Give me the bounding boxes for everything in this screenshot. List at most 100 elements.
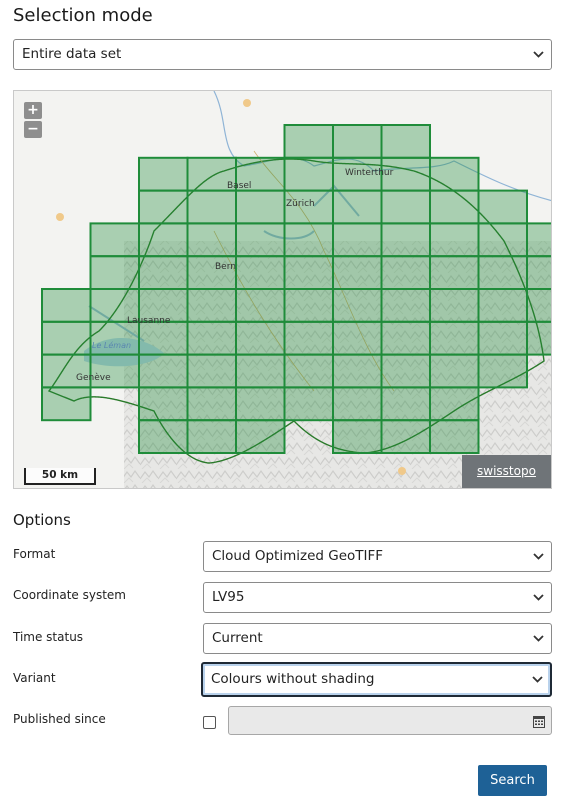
scale-bar: 50 km — [24, 468, 96, 485]
map-tile[interactable] — [526, 320, 552, 356]
attribution-link[interactable]: swisstopo — [462, 455, 551, 488]
map-tile[interactable] — [380, 353, 431, 389]
map-tile[interactable] — [283, 124, 334, 159]
map-tile[interactable] — [380, 288, 431, 323]
map-tile[interactable] — [429, 320, 480, 356]
map-tile[interactable] — [283, 386, 334, 422]
map-tile[interactable] — [332, 386, 383, 422]
map-tile[interactable] — [477, 255, 528, 290]
map-tile[interactable] — [138, 255, 189, 290]
format-select[interactable]: Cloud Optimized GeoTIFF — [203, 541, 552, 572]
map-tile[interactable] — [477, 222, 528, 258]
map-tile[interactable] — [332, 288, 383, 323]
map-tile[interactable] — [235, 320, 286, 356]
map-tile[interactable] — [526, 222, 552, 258]
map-tile[interactable] — [186, 419, 237, 455]
map-tile[interactable] — [41, 386, 92, 422]
map-tile[interactable] — [138, 156, 189, 192]
map-tile[interactable] — [380, 189, 431, 225]
zoom-out-button[interactable]: − — [24, 121, 42, 138]
map-tile[interactable] — [235, 386, 286, 422]
map-tile[interactable] — [138, 353, 189, 389]
map-tile[interactable] — [186, 222, 237, 258]
map-tile[interactable] — [186, 353, 237, 389]
map-tile[interactable] — [138, 386, 189, 422]
map-tile[interactable] — [380, 222, 431, 258]
map-tile[interactable] — [186, 189, 237, 225]
map-tile[interactable] — [380, 419, 431, 455]
map-tile[interactable] — [429, 419, 480, 455]
search-button[interactable]: Search — [478, 765, 547, 796]
map-view[interactable]: Basel Zürich Winterthur Bern Lausanne Ge… — [13, 90, 552, 489]
map-tile[interactable] — [41, 288, 92, 323]
map-tile[interactable] — [332, 124, 383, 159]
map-tile[interactable] — [235, 255, 286, 290]
map-tile[interactable] — [235, 189, 286, 225]
map-tile[interactable] — [186, 386, 237, 422]
map-tile[interactable] — [332, 189, 383, 225]
map-tile[interactable] — [283, 156, 334, 192]
map-tile[interactable] — [429, 353, 480, 389]
map-tile[interactable] — [526, 255, 552, 290]
coordinate-system-select[interactable]: LV95 — [203, 582, 552, 613]
place-le-leman: Le Léman — [92, 340, 131, 350]
map-tile[interactable] — [138, 320, 189, 356]
map-tile[interactable] — [429, 255, 480, 290]
map-tile[interactable] — [380, 386, 431, 422]
map-tile[interactable] — [186, 320, 237, 356]
map-tile[interactable] — [429, 156, 480, 192]
map-tile[interactable] — [235, 222, 286, 258]
chevron-down-icon — [531, 542, 545, 571]
map-tile[interactable] — [186, 288, 237, 323]
map-tile[interactable] — [235, 419, 286, 455]
zoom-in-button[interactable]: + — [24, 102, 42, 119]
map-tile[interactable] — [380, 320, 431, 356]
map-tile[interactable] — [429, 288, 480, 323]
time-status-label: Time status — [13, 630, 84, 644]
coordinate-system-value: LV95 — [212, 589, 245, 605]
map-tile[interactable] — [283, 222, 334, 258]
place-bern: Bern — [215, 262, 236, 272]
format-label: Format — [13, 547, 56, 561]
map-tile[interactable] — [332, 320, 383, 356]
map-tile[interactable] — [332, 353, 383, 389]
map-tile[interactable] — [283, 320, 334, 356]
variant-select[interactable]: Colours without shading — [201, 662, 552, 697]
map-tile[interactable] — [477, 353, 528, 389]
map-tile[interactable] — [477, 320, 528, 356]
map-tile[interactable] — [429, 386, 480, 422]
map-tile[interactable] — [89, 222, 140, 258]
map-tile[interactable] — [332, 419, 383, 455]
map-tile[interactable] — [332, 222, 383, 258]
time-status-select[interactable]: Current — [203, 623, 552, 654]
place-geneve: Genève — [76, 372, 111, 383]
calendar-icon[interactable] — [533, 713, 545, 732]
map-tile[interactable] — [429, 222, 480, 258]
map-tile[interactable] — [283, 255, 334, 290]
selection-mode-value: Entire data set — [22, 46, 122, 62]
map-tile[interactable] — [380, 124, 431, 159]
published-since-checkbox[interactable] — [203, 716, 216, 729]
map-tile[interactable] — [235, 288, 286, 323]
map-tile[interactable] — [477, 288, 528, 323]
map-tile[interactable] — [283, 353, 334, 389]
map-tile[interactable] — [138, 419, 189, 455]
published-since-date-input[interactable] — [228, 706, 552, 735]
map-tile[interactable] — [41, 320, 92, 356]
map-tile[interactable] — [283, 288, 334, 323]
map-canvas: Basel Zürich Winterthur Bern Lausanne Ge… — [14, 91, 552, 488]
map-tile[interactable] — [526, 288, 552, 323]
map-tile[interactable] — [89, 255, 140, 290]
map-tile[interactable] — [235, 353, 286, 389]
map-tile[interactable] — [138, 189, 189, 225]
map-tile[interactable] — [332, 255, 383, 290]
map-tile[interactable] — [429, 189, 480, 225]
map-tile[interactable] — [380, 255, 431, 290]
selection-mode-select[interactable]: Entire data set — [13, 39, 552, 70]
place-basel: Basel — [227, 181, 251, 191]
options-heading: Options — [13, 511, 71, 529]
page-title: Selection mode — [13, 5, 153, 26]
map-tile[interactable] — [477, 189, 528, 225]
map-tile[interactable] — [138, 222, 189, 258]
variant-value: Colours without shading — [211, 671, 375, 687]
